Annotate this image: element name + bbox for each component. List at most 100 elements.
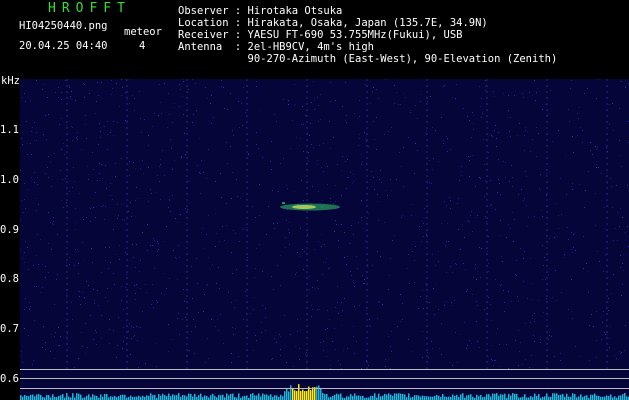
noise-pixel	[157, 251, 158, 252]
level-bar	[490, 396, 492, 400]
level-bar	[200, 393, 202, 400]
noise-pixel	[405, 97, 406, 98]
level-bar	[94, 395, 96, 400]
level-bar	[404, 394, 406, 400]
noise-pixel	[21, 351, 22, 352]
noise-pixel	[554, 237, 555, 238]
noise-pixel	[221, 197, 222, 198]
noise-pixel	[323, 171, 324, 172]
level-bar	[242, 396, 244, 400]
noise-pixel	[22, 258, 23, 259]
noise-pixel	[323, 262, 324, 263]
noise-pixel	[133, 162, 134, 163]
noise-pixel	[455, 332, 456, 333]
noise-pixel	[209, 122, 210, 123]
noise-pixel	[473, 277, 474, 278]
noise-pixel	[468, 156, 469, 157]
level-bar	[456, 394, 458, 400]
noise-pixel	[380, 170, 381, 171]
noise-pixel	[95, 330, 96, 331]
noise-pixel	[374, 139, 375, 140]
noise-pixel	[61, 99, 62, 100]
noise-pixel	[296, 272, 297, 273]
noise-pixel	[314, 249, 315, 250]
noise-pixel	[429, 160, 430, 161]
noise-pixel	[575, 346, 576, 347]
noise-pixel	[330, 101, 331, 102]
noise-pixel	[58, 87, 59, 88]
noise-pixel	[387, 195, 388, 196]
noise-pixel	[379, 179, 380, 180]
noise-pixel	[373, 121, 374, 122]
noise-pixel	[524, 150, 525, 151]
level-bar	[392, 395, 394, 400]
noise-pixel	[74, 181, 75, 182]
noise-pixel	[340, 364, 341, 365]
noise-pixel	[124, 220, 125, 221]
noise-pixel	[596, 311, 597, 312]
noise-pixel	[289, 222, 290, 223]
noise-pixel	[330, 365, 331, 366]
noise-pixel	[179, 257, 180, 258]
noise-pixel	[625, 87, 626, 88]
noise-pixel	[335, 201, 336, 202]
noise-pixel	[71, 91, 72, 92]
noise-pixel	[198, 312, 199, 313]
noise-pixel	[183, 289, 184, 290]
noise-pixel	[156, 300, 157, 301]
noise-pixel	[353, 174, 354, 175]
level-bar	[596, 395, 598, 400]
noise-pixel	[423, 308, 424, 309]
noise-pixel	[217, 319, 218, 320]
noise-pixel	[502, 261, 503, 262]
noise-pixel	[434, 314, 435, 315]
noise-pixel	[520, 342, 521, 343]
level-bar	[614, 396, 616, 400]
noise-pixel	[255, 335, 256, 336]
noise-pixel	[112, 199, 113, 200]
noise-pixel	[219, 241, 220, 242]
level-bar	[304, 391, 306, 400]
noise-pixel	[254, 277, 255, 278]
noise-pixel	[621, 295, 622, 296]
level-bar	[554, 393, 556, 400]
noise-pixel	[82, 346, 83, 347]
noise-pixel	[300, 138, 301, 139]
level-bar	[158, 394, 160, 400]
noise-pixel	[400, 321, 401, 322]
noise-pixel	[159, 84, 160, 85]
noise-pixel	[612, 207, 613, 208]
noise-pixel	[30, 306, 31, 307]
noise-pixel	[207, 98, 208, 99]
noise-pixel	[131, 338, 132, 339]
noise-pixel	[193, 114, 194, 115]
noise-pixel	[127, 120, 128, 121]
noise-pixel	[525, 359, 526, 360]
noise-pixel	[67, 333, 68, 334]
level-bar	[212, 393, 214, 400]
noise-pixel	[385, 190, 386, 191]
noise-pixel	[154, 240, 155, 241]
noise-pixel	[60, 170, 61, 171]
noise-pixel	[337, 164, 338, 165]
noise-pixel	[255, 268, 256, 269]
observer-line: Observer : Hirotaka Otsuka	[178, 5, 343, 17]
noise-pixel	[495, 360, 496, 361]
noise-pixel	[313, 147, 314, 148]
noise-pixel	[443, 140, 444, 141]
noise-pixel	[580, 356, 581, 357]
noise-pixel	[378, 98, 379, 99]
noise-pixel	[98, 95, 99, 96]
noise-pixel	[390, 258, 391, 259]
noise-pixel	[534, 80, 535, 81]
noise-pixel	[611, 293, 612, 294]
noise-pixel	[271, 359, 272, 360]
noise-pixel	[128, 331, 129, 332]
noise-pixel	[104, 126, 105, 127]
noise-pixel	[507, 117, 508, 118]
level-bar	[606, 395, 608, 400]
noise-pixel	[82, 292, 83, 293]
noise-pixel	[36, 132, 37, 133]
noise-pixel	[452, 365, 453, 366]
noise-pixel	[157, 175, 158, 176]
